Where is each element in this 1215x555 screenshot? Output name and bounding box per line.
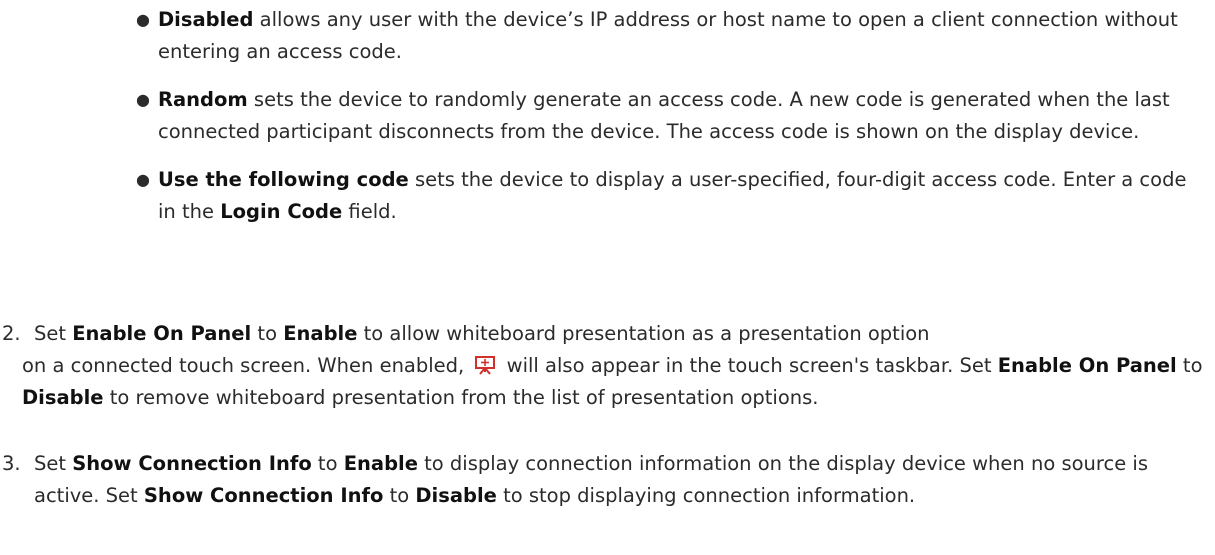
- option-name: Disabled: [158, 8, 254, 31]
- bullet-icon: ●: [136, 90, 150, 109]
- list-item: ● Disabled allows any user with the devi…: [136, 4, 1198, 68]
- list-item: ● Random sets the device to randomly gen…: [136, 84, 1198, 148]
- step-number: 3.: [2, 452, 21, 475]
- field-name: Login Code: [220, 200, 343, 223]
- access-code-options-list: ● Disabled allows any user with the devi…: [136, 4, 1198, 244]
- option-name: Random: [158, 88, 248, 111]
- step-text: Set Enable On Panel to Enable to allow w…: [22, 322, 1203, 409]
- option-description-end: field.: [342, 200, 397, 223]
- presentation-icon: [475, 356, 496, 375]
- step-number: 2.: [2, 322, 21, 345]
- option-description: sets the device to randomly generate an …: [158, 88, 1170, 143]
- list-item: ● Use the following code sets the device…: [136, 164, 1198, 228]
- bullet-icon: ●: [136, 10, 150, 29]
- option-description: allows any user with the device’s IP add…: [158, 8, 1178, 63]
- bullet-icon: ●: [136, 170, 150, 189]
- option-name: Use the following code: [158, 168, 409, 191]
- step-text: Set Show Connection Info to Enable to di…: [34, 452, 1148, 507]
